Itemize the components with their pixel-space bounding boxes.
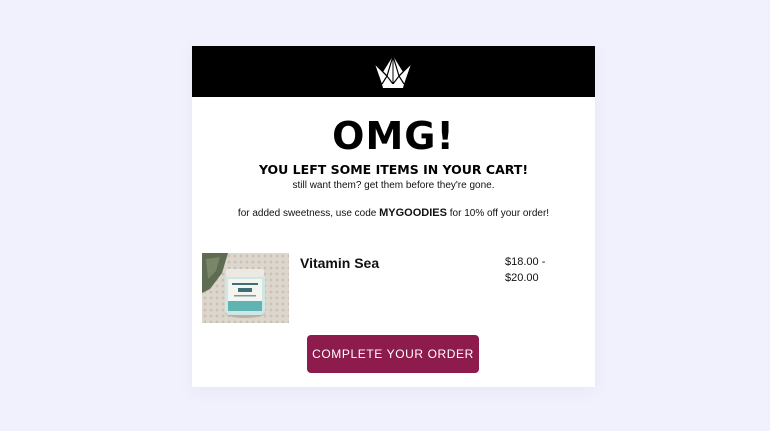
page-background: OMG! YOU LEFT SOME ITEMS IN YOUR CART! s… — [0, 0, 770, 431]
headline: OMG! — [332, 114, 455, 158]
product-price: $18.00 - $20.00 — [505, 254, 565, 286]
promo-text-after: for 10% off your order! — [446, 208, 550, 219]
price-max: $20.00 — [505, 272, 539, 284]
crown-icon — [374, 54, 412, 88]
email-header — [192, 46, 595, 97]
product-name[interactable]: Vitamin Sea — [300, 255, 379, 271]
tagline: still want them? get them before they're… — [292, 180, 495, 191]
complete-order-button[interactable]: COMPLETE YOUR ORDER — [307, 335, 479, 373]
product-image[interactable] — [202, 253, 289, 323]
price-min: $18.00 - — [505, 256, 546, 268]
subheadline: YOU LEFT SOME ITEMS IN YOUR CART! — [258, 162, 529, 177]
promo-text: for added sweetness, use code MYGOODIES … — [192, 206, 595, 221]
promo-code: MYGOODIES — [379, 207, 447, 219]
email-card: OMG! YOU LEFT SOME ITEMS IN YOUR CART! s… — [192, 46, 595, 387]
promo-text-before: for added sweetness, use code — [237, 208, 380, 219]
